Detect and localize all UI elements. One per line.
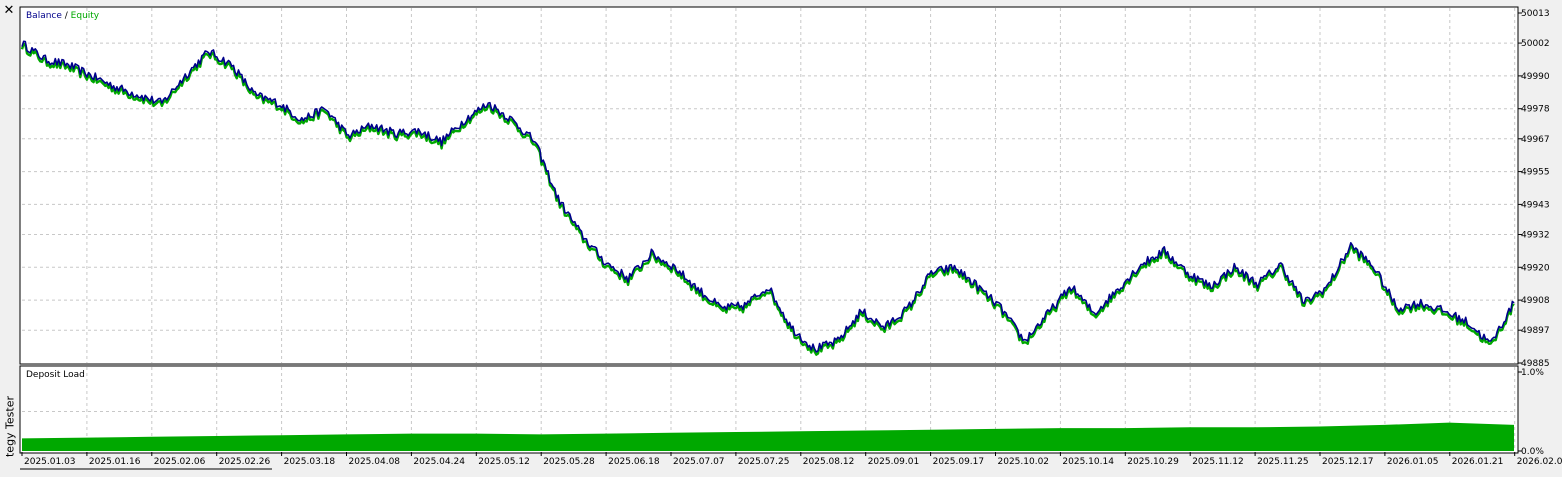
chart-canvas: 50013 50002 49990 49978 49967 49955 49943 49932… xyxy=(19,6,1562,470)
x-tick-label: 2025.04.24 xyxy=(413,457,465,467)
x-tick-label: 2025.12.17 xyxy=(1322,457,1374,467)
y-tick-label: 49967 xyxy=(1521,135,1550,145)
x-tick-label: 2026.01.05 xyxy=(1387,457,1439,467)
x-tick-label: 2025.04.08 xyxy=(349,457,401,467)
x-tick-label: 2025.10.29 xyxy=(1127,457,1179,467)
y-tick-label: 49955 xyxy=(1521,168,1550,178)
legend-balance: Balance xyxy=(26,11,62,21)
legend: Balance / Equity xyxy=(26,11,100,21)
x-axis-ticks: 2025.01.03 2025.01.16 2025.02.06 2025.02.26… xyxy=(20,452,1562,470)
x-tick-label: 2025.02.06 xyxy=(154,457,206,467)
legend-separator: / xyxy=(62,11,71,21)
y-tick-label: 50013 xyxy=(1521,9,1550,19)
x-tick-label: 2025.05.28 xyxy=(543,457,595,467)
deposit-load-title: Deposit Load xyxy=(26,370,85,380)
x-tick-label: 2025.01.16 xyxy=(89,457,141,467)
x-tick-label: 2025.08.12 xyxy=(803,457,855,467)
x-tick-label: 2025.07.07 xyxy=(673,457,725,467)
y-tick-label: 49920 xyxy=(1521,263,1550,273)
x-tick-label: 2025.07.25 xyxy=(738,457,790,467)
x-tick-label: 2026.02.06 xyxy=(1517,457,1562,467)
x-tick-label: 2026.01.21 xyxy=(1452,457,1504,467)
x-tick-label: 2025.11.12 xyxy=(1192,457,1244,467)
deposit-load-y-ticks: 1.0% 0.0% xyxy=(1518,368,1544,457)
y-tick-label: 49990 xyxy=(1521,72,1550,82)
y-tick-label: 49897 xyxy=(1521,326,1550,336)
legend-equity: Equity xyxy=(71,11,100,21)
x-tick-label: 2025.05.12 xyxy=(478,457,530,467)
y-tick-label: 50002 xyxy=(1521,39,1550,49)
y-tick-label: 49908 xyxy=(1521,296,1550,306)
x-tick-label: 2025.09.01 xyxy=(868,457,920,467)
x-tick-label: 2025.01.03 xyxy=(24,457,76,467)
x-tick-label: 2025.03.18 xyxy=(284,457,336,467)
main-y-ticks: 50013 50002 49990 49978 49967 49955 49943 49932… xyxy=(1518,9,1550,369)
y-tick-label: 1.0% xyxy=(1521,368,1544,378)
x-tick-label: 2025.09.17 xyxy=(933,457,985,467)
x-tick-label: 2025.11.25 xyxy=(1257,457,1309,467)
main-chart-area xyxy=(19,6,1519,365)
y-tick-label: 0.0% xyxy=(1521,447,1544,457)
x-tick-label: 2025.10.02 xyxy=(998,457,1050,467)
x-tick-label: 2025.06.18 xyxy=(608,457,660,467)
x-tick-label: 2025.02.26 xyxy=(219,457,271,467)
y-tick-label: 49932 xyxy=(1521,230,1550,240)
x-tick-label: 2025.10.14 xyxy=(1062,457,1114,467)
y-tick-label: 49943 xyxy=(1521,200,1550,210)
y-tick-label: 49978 xyxy=(1521,105,1550,115)
